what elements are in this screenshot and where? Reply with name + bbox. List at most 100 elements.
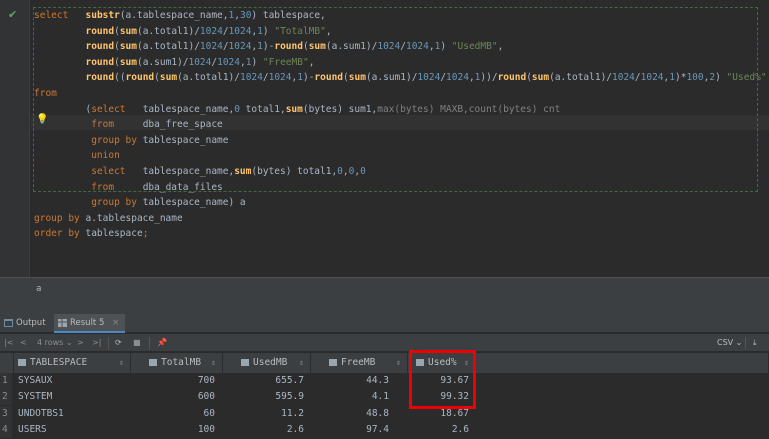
header-filler	[476, 353, 769, 373]
table-cell-used[interactable]: 2.6	[223, 422, 304, 438]
toolbar-divider	[108, 337, 109, 349]
code-token: tablespace_name) a	[136, 197, 246, 209]
table-cell-pct[interactable]: 2.6	[408, 422, 469, 438]
code-token: a.tablespace_name	[79, 212, 183, 224]
code-token: ) tablespace,	[251, 10, 326, 21]
refresh-icon[interactable]: ⟳	[115, 337, 122, 349]
code-token: tablespace_name	[136, 134, 229, 146]
code-token: from	[91, 181, 115, 193]
code-token: (a.sum1)/	[137, 56, 189, 68]
code-token: )-	[302, 72, 315, 84]
column-header-freemb[interactable]: FreeMB ⇕	[311, 353, 408, 373]
table-cell-total[interactable]: 60	[131, 406, 215, 422]
code-token: group by	[91, 197, 137, 209]
column-header-tablespace[interactable]: TABLESPACE ⇕	[14, 353, 131, 373]
table-cell-total[interactable]: 600	[131, 389, 215, 405]
table-cell-free[interactable]: 4.1	[311, 389, 389, 405]
code-token: 1024	[228, 41, 252, 53]
pin-icon[interactable]: 📌	[157, 337, 167, 349]
code-token: )	[251, 56, 263, 68]
code-line: group by a.tablespace_name	[34, 211, 767, 227]
code-token: 0	[360, 165, 366, 177]
column-header-usedmb[interactable]: UsedMB ⇕	[223, 353, 311, 373]
editor-gutter: ✔	[0, 0, 30, 277]
code-token: ))/	[480, 72, 498, 84]
table-cell-free[interactable]: 44.3	[311, 373, 389, 389]
code-token: 1024	[377, 41, 401, 53]
table-cell-used[interactable]: 11.2	[223, 406, 304, 422]
table-cell-tablespace[interactable]: SYSTEM	[18, 389, 128, 405]
table-cell-used[interactable]: 655.7	[223, 373, 304, 389]
code-token: round	[274, 41, 303, 53]
column-header-label: FreeMB	[341, 357, 376, 368]
code-token: sum	[308, 41, 326, 53]
code-token: MAXB,	[440, 103, 469, 115]
stop-icon[interactable]: ■	[133, 337, 141, 349]
alias-label: a	[36, 284, 42, 294]
code-token: 1024	[199, 25, 223, 37]
code-token: tablespace_name,	[125, 165, 235, 177]
code-token: (a.tablespace_name,	[119, 10, 229, 21]
code-token: ,	[308, 56, 315, 68]
close-icon[interactable]: ×	[112, 318, 119, 328]
sort-icon[interactable]: ⇕	[119, 353, 124, 373]
code-token: (	[34, 103, 92, 115]
code-token: "Used%"	[726, 72, 767, 84]
download-icon[interactable]: ⤓	[753, 337, 757, 349]
table-cell-tablespace[interactable]: UNDOTBS1	[18, 406, 128, 422]
row-number: 4	[0, 421, 12, 438]
first-page-icon[interactable]: |<	[4, 337, 13, 349]
result-grid[interactable]: TABLESPACE ⇕ TotalMB ⇕ UsedMB ⇕ FreeMB ⇕ Use…	[0, 353, 769, 439]
rows-count[interactable]: 4 rows ⌄	[37, 337, 73, 349]
tab-result[interactable]: Result 5 ×	[54, 314, 126, 333]
next-page-icon[interactable]: >	[77, 337, 84, 349]
export-format-select[interactable]: CSV ⌄	[717, 337, 742, 349]
code-token: sum	[119, 56, 137, 68]
code-token: 1024	[268, 72, 292, 84]
code-token: dba_data_files	[114, 181, 223, 193]
code-token: select	[91, 103, 126, 115]
code-token: round	[125, 72, 155, 84]
sql-editor[interactable]: ✔ 💡 select substr(a.tablespace_name,1,30…	[0, 0, 769, 277]
code-token: 1024	[405, 41, 429, 53]
column-header-totalmb[interactable]: TotalMB ⇕	[131, 353, 223, 373]
code-token: 1024	[239, 72, 263, 84]
code-token: )*	[675, 72, 687, 84]
code-token: order by	[34, 228, 80, 240]
sort-icon[interactable]: ⇕	[396, 353, 401, 373]
tab-output[interactable]: Output	[4, 314, 46, 333]
tab-output-label: Output	[16, 318, 46, 328]
sort-icon[interactable]: ⇕	[211, 353, 216, 373]
column-icon	[18, 359, 26, 366]
rows-count-label: 4 rows	[37, 338, 64, 347]
code-token: 1024	[417, 72, 441, 84]
code-token: select	[91, 165, 126, 177]
code-token: sum	[234, 165, 252, 177]
code-token: round	[85, 41, 115, 53]
table-cell-total[interactable]: 100	[131, 422, 215, 438]
code-token: (bytes)	[394, 103, 441, 115]
code-token: (a.sum1)/	[365, 72, 418, 84]
table-cell-free[interactable]: 48.8	[311, 406, 389, 422]
table-cell-tablespace[interactable]: USERS	[18, 422, 128, 438]
table-cell-used[interactable]: 595.9	[223, 389, 304, 405]
code-token: tablespace_name,	[125, 103, 235, 115]
table-cell-free[interactable]: 97.4	[311, 422, 389, 438]
prev-page-icon[interactable]: <	[20, 337, 27, 349]
tab-result-label: Result 5	[70, 318, 105, 328]
code-area[interactable]: select substr(a.tablespace_name,1,30) ta…	[34, 8, 767, 242]
code-token: sum	[159, 72, 178, 84]
table-cell-tablespace[interactable]: SYSAUX	[18, 373, 128, 389]
sort-icon[interactable]: ⇕	[299, 353, 304, 373]
code-line: select tablespace_name,sum(bytes) total1…	[34, 164, 767, 180]
code-token: 1024	[228, 25, 252, 37]
table-cell-total[interactable]: 700	[131, 373, 215, 389]
code-token: from	[91, 119, 115, 131]
last-page-icon[interactable]: >|	[92, 337, 101, 349]
